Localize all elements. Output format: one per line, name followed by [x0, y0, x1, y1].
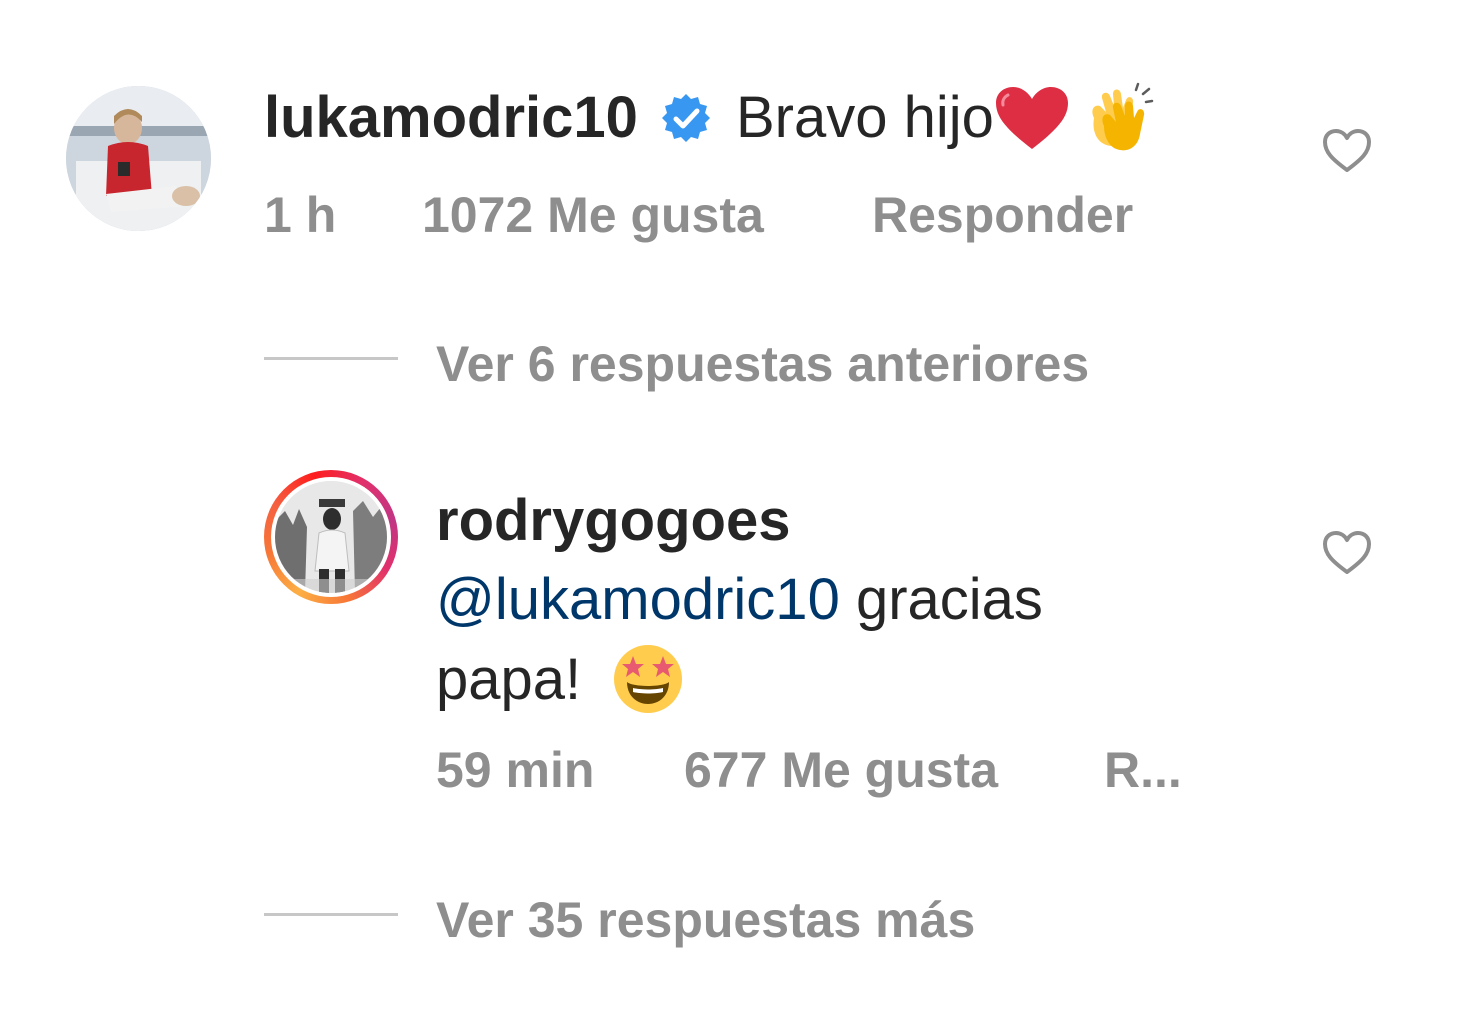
- avatar-rodrygogoes[interactable]: [275, 481, 387, 593]
- like-reply-heart-icon[interactable]: [1322, 530, 1372, 576]
- avatar-photo: [66, 86, 211, 231]
- comment-time: 1 h: [264, 187, 337, 243]
- reply-mention-link[interactable]: @lukamodric10: [436, 567, 840, 632]
- reply-text-part2: papa!: [436, 647, 582, 712]
- comment-likes-count[interactable]: 1072 Me gusta: [422, 185, 764, 245]
- clapping-hands-emoji: [1092, 82, 1154, 151]
- reply-time: 59 min: [436, 742, 595, 798]
- comment-text: Bravo hijo: [735, 85, 994, 150]
- avatar-lukamodric10[interactable]: [66, 86, 211, 231]
- verified-badge-icon: [661, 94, 710, 142]
- replies-divider: [264, 357, 398, 360]
- view-more-replies-link[interactable]: Ver 35 respuestas más: [436, 890, 975, 950]
- comment-meta-row: 1 h 1072 Me gusta Responder: [264, 185, 1164, 245]
- reply-username[interactable]: rodrygogoes: [436, 488, 791, 554]
- avatar-photo: [275, 481, 387, 593]
- star-struck-emoji: [614, 644, 683, 713]
- comment-line: lukamodric10 Bravo hijo: [264, 78, 1154, 158]
- reply-reply-button[interactable]: R...: [1104, 740, 1182, 800]
- like-comment-heart-icon[interactable]: [1322, 128, 1372, 174]
- reply-likes-count[interactable]: 677 Me gusta: [684, 740, 998, 800]
- view-previous-replies-link[interactable]: Ver 6 respuestas anteriores: [436, 334, 1089, 394]
- reply-text-part1: gracias: [839, 567, 1043, 632]
- comment-reply-button[interactable]: Responder: [872, 185, 1133, 245]
- reply-meta-row: 59 min 677 Me gusta R...: [436, 740, 1196, 800]
- reply-text: @lukamodric10 gracias papa!: [436, 560, 1136, 720]
- red-heart-emoji: [995, 87, 1068, 149]
- more-replies-divider: [264, 913, 398, 916]
- comment-username[interactable]: lukamodric10: [264, 78, 638, 158]
